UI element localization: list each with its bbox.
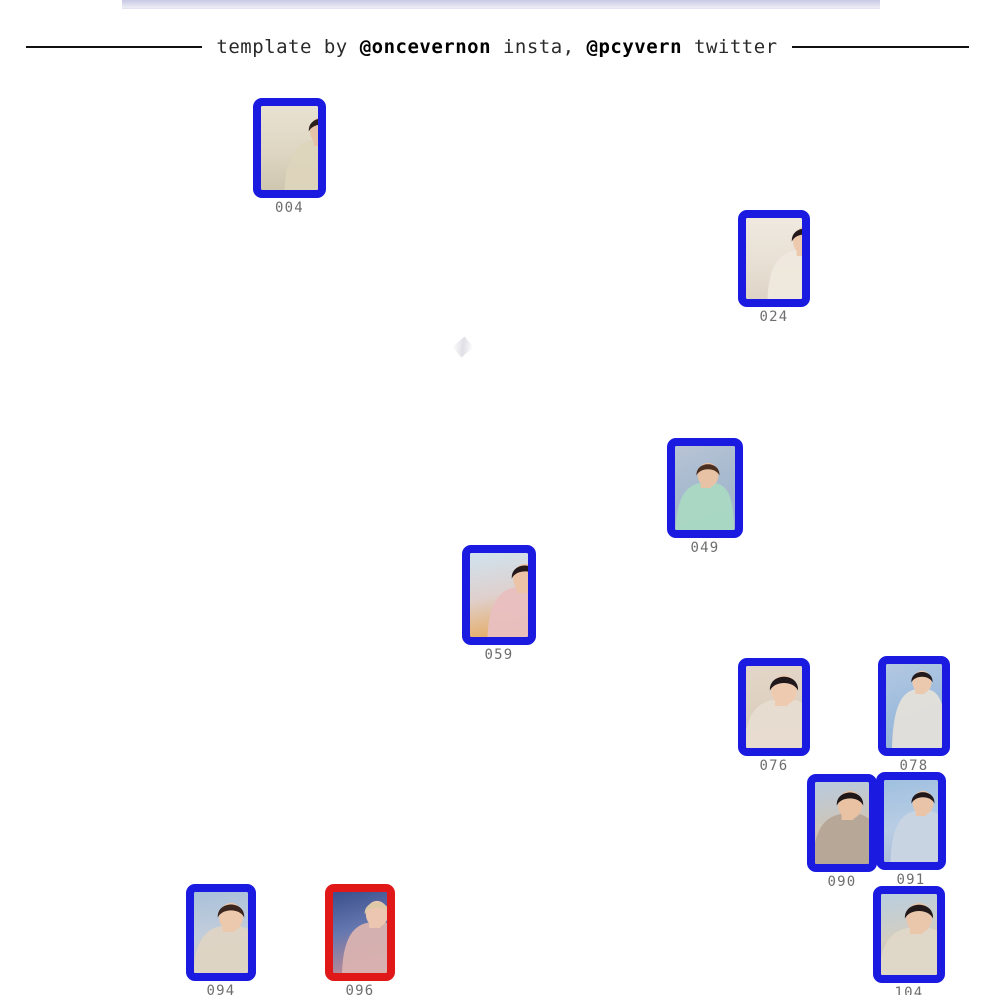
photocard-image: [261, 106, 318, 190]
photocard[interactable]: [807, 774, 877, 872]
twitter-handle[interactable]: @pcyvern: [587, 36, 683, 58]
photocard[interactable]: [667, 438, 743, 538]
photocard[interactable]: [876, 772, 946, 870]
photocard-image: [884, 780, 938, 862]
photocard-image: [881, 894, 937, 975]
photocard-label: 096: [345, 983, 375, 995]
photocard-board: template by @oncevernon insta, @pcyvern …: [0, 0, 995, 995]
photocard-label: 076: [759, 758, 789, 774]
photocard[interactable]: [878, 656, 950, 756]
photocard[interactable]: [186, 884, 256, 981]
photocard-image: [675, 446, 735, 530]
credit-mid: insta,: [491, 36, 587, 58]
instagram-handle[interactable]: @oncevernon: [360, 36, 491, 58]
stray-mark-artifact: [452, 336, 474, 358]
credit-header: template by @oncevernon insta, @pcyvern …: [0, 32, 995, 62]
photocard-image: [815, 782, 869, 864]
credit-text: template by @oncevernon insta, @pcyvern …: [216, 36, 777, 58]
photocard[interactable]: [325, 884, 395, 981]
photocard-image: [886, 664, 942, 748]
photocard[interactable]: [873, 886, 945, 983]
credit-suffix: twitter: [682, 36, 778, 58]
photocard-label: 024: [759, 309, 789, 325]
photocard[interactable]: [738, 658, 810, 756]
credit-rule-right: [791, 46, 969, 48]
photocard-image: [333, 892, 387, 973]
photocard[interactable]: [253, 98, 326, 198]
photocard[interactable]: [738, 210, 810, 307]
photocard-image: [194, 892, 248, 973]
photocard-image: [746, 666, 802, 748]
photocard-image: [746, 218, 802, 299]
top-decorative-bar: [122, 0, 880, 9]
credit-rule-left: [26, 46, 203, 48]
photocard[interactable]: [462, 545, 536, 645]
credit-prefix: template by: [216, 36, 360, 58]
photocard-label: 059: [484, 647, 514, 663]
photocard-label: 094: [206, 983, 236, 995]
photocard-image: [470, 553, 528, 637]
photocard-label: 004: [275, 200, 304, 216]
photocard-label: 104: [894, 985, 924, 995]
photocard-label: 049: [690, 540, 720, 556]
photocard-label: 090: [827, 874, 857, 890]
